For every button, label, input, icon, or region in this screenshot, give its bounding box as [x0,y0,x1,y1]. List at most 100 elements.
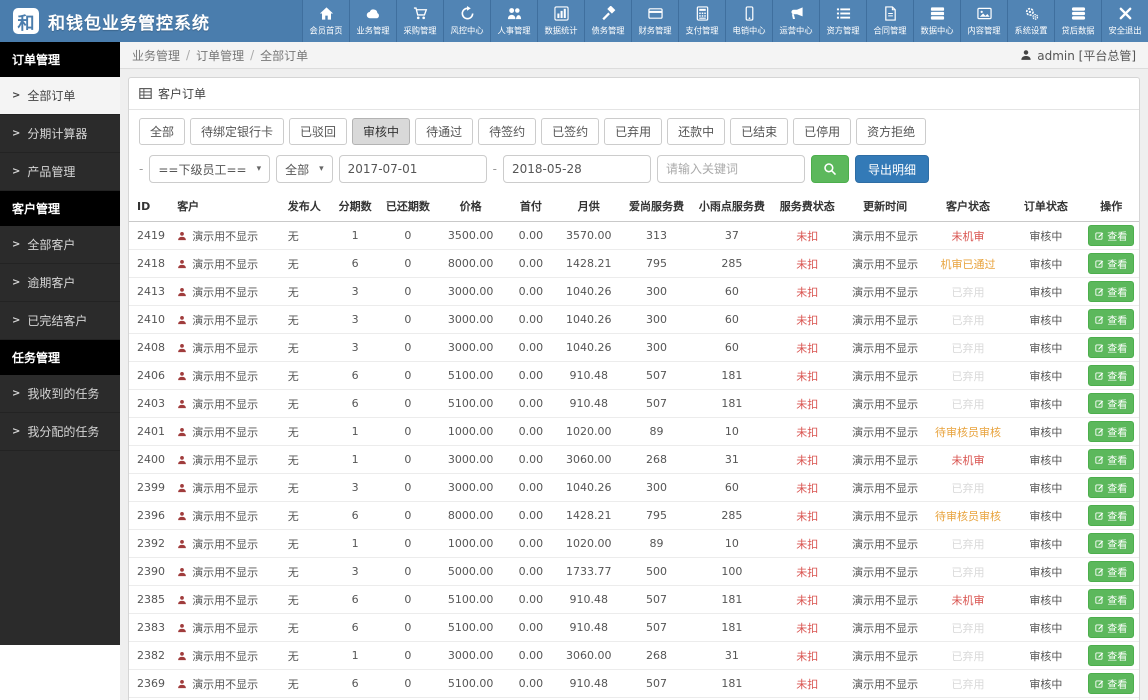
cell-periods: 1 [329,529,381,558]
cell-fee_b: 181 [691,361,773,390]
home-icon [319,6,334,21]
view-button[interactable]: 查看 [1088,337,1135,358]
sidebar-item[interactable]: > 分期计算器 [0,115,120,153]
cell-fee_status: 未扣 [772,333,843,362]
sidebar-item[interactable]: > 已完结客户 [0,302,120,340]
tab-审核中[interactable]: 审核中 [352,118,411,145]
nav-item-content[interactable]: 内容管理 [960,0,1007,42]
cell-down: 0.00 [505,585,557,614]
view-button[interactable]: 查看 [1088,421,1135,442]
cell-repaid: 0 [380,277,436,306]
cell-id: 2382 [129,641,170,670]
cell-updated: 演示用不显示 [842,641,928,670]
cell-repaid: 0 [380,613,436,642]
view-button-label: 查看 [1107,540,1128,551]
keyword-input[interactable] [657,155,805,183]
cell-action: 查看 [1083,361,1139,390]
view-button[interactable]: 查看 [1088,225,1135,246]
sidebar-item[interactable]: > 全部客户 [0,226,120,264]
date-from-input[interactable] [338,155,487,183]
cell-cust_status: 待审核员审核 [927,417,1009,446]
breadcrumb-item-3[interactable]: 全部订单 [260,47,308,64]
tab-已签约[interactable]: 已签约 [541,118,600,145]
sidebar-item[interactable]: > 逾期客户 [0,264,120,302]
sidebar-item[interactable]: > 全部订单 [0,77,120,115]
nav-item-file[interactable]: 合同管理 [866,0,913,42]
sidebar-item[interactable]: > 产品管理 [0,153,120,191]
nav-item-refresh[interactable]: 风控中心 [443,0,490,42]
nav-item-close[interactable]: 安全退出 [1101,0,1148,42]
breadcrumb-item-2[interactable]: 订单管理 [196,47,244,64]
credit-card-icon [648,6,663,21]
view-button[interactable]: 查看 [1088,309,1135,330]
staff-select-value: ==下级员工== [158,162,247,177]
view-button-label: 查看 [1107,372,1128,383]
nav-item-list[interactable]: 资方管理 [819,0,866,42]
tab-全部[interactable]: 全部 [139,118,186,145]
nav-item-server[interactable]: 数据中心 [913,0,960,42]
nav-item-mobile[interactable]: 电销中心 [725,0,772,42]
cell-updated: 演示用不显示 [842,529,928,558]
nav-item-gears[interactable]: 系统设置 [1007,0,1054,42]
search-button[interactable] [811,155,849,183]
chevron-right-icon: > [12,166,21,177]
cell-monthly: 1428.21 [556,249,622,278]
export-button[interactable]: 导出明细 [855,155,930,183]
view-button[interactable]: 查看 [1088,253,1135,274]
view-button[interactable]: 查看 [1088,533,1135,554]
nav-item-database[interactable]: 贷后数据 [1054,0,1101,42]
sidebar-item[interactable]: > 我分配的任务 [0,413,120,451]
cell-id: 2383 [129,613,170,642]
breadcrumb-item-1[interactable]: 业务管理 [132,47,180,64]
tab-已弃用[interactable]: 已弃用 [604,118,663,145]
nav-item-credit-card[interactable]: 财务管理 [631,0,678,42]
tab-已停用[interactable]: 已停用 [793,118,852,145]
staff-select[interactable]: ==下级员工== ▾ [149,155,271,183]
cell-updated: 演示用不显示 [842,613,928,642]
tab-还款中[interactable]: 还款中 [667,118,726,145]
nav-item-home[interactable]: 会员首页 [302,0,349,42]
cell-id: 2408 [129,333,170,362]
cell-price: 8000.00 [435,249,506,278]
view-button[interactable]: 查看 [1088,393,1135,414]
view-button[interactable]: 查看 [1088,617,1135,638]
nav-item-cloud[interactable]: 业务管理 [349,0,396,42]
nav-item-chart[interactable]: 数据统计 [537,0,584,42]
tab-已驳回[interactable]: 已驳回 [289,118,348,145]
nav-item-megaphone[interactable]: 运营中心 [772,0,819,42]
sidebar-item-label: 分期计算器 [27,127,88,141]
tab-待绑定银行卡[interactable]: 待绑定银行卡 [190,118,285,145]
tab-已结束[interactable]: 已结束 [730,118,789,145]
view-button[interactable]: 查看 [1088,561,1135,582]
tab-待签约[interactable]: 待签约 [478,118,537,145]
view-button[interactable]: 查看 [1088,477,1135,498]
nav-item-calculator[interactable]: 支付管理 [678,0,725,42]
tab-待通过[interactable]: 待通过 [415,118,474,145]
nav-item-cart[interactable]: 采购管理 [396,0,443,42]
date-to-input[interactable] [503,155,651,183]
cell-fee_status: 未扣 [772,613,843,642]
scope-select[interactable]: 全部 ▾ [276,155,333,183]
view-button[interactable]: 查看 [1088,673,1135,694]
sidebar-item[interactable]: > 我收到的任务 [0,375,120,413]
view-button[interactable]: 查看 [1088,589,1135,610]
cell-fee_status: 未扣 [772,305,843,334]
cell-order_status: 审核中 [1008,613,1084,642]
customer-name: 演示用不显示 [192,649,259,663]
customer-cell: 演示用不显示 [177,452,277,468]
view-button[interactable]: 查看 [1088,281,1135,302]
cell-id: 2369 [129,669,170,698]
user-menu[interactable]: admin [平台总管] [1020,47,1136,64]
cell-fee_status: 未扣 [772,557,843,586]
view-button[interactable]: 查看 [1088,365,1135,386]
nav-item-users[interactable]: 人事管理 [490,0,537,42]
cell-fee_b: 31 [691,641,773,670]
view-button[interactable]: 查看 [1088,449,1135,470]
tab-资方拒绝[interactable]: 资方拒绝 [856,118,927,145]
cell-price: 1000.00 [435,529,506,558]
cell-fee_a: 507 [621,613,692,642]
nav-item-gavel[interactable]: 债务管理 [584,0,631,42]
view-button[interactable]: 查看 [1088,505,1135,526]
cell-fee_status: 未扣 [772,277,843,306]
view-button[interactable]: 查看 [1088,645,1135,666]
